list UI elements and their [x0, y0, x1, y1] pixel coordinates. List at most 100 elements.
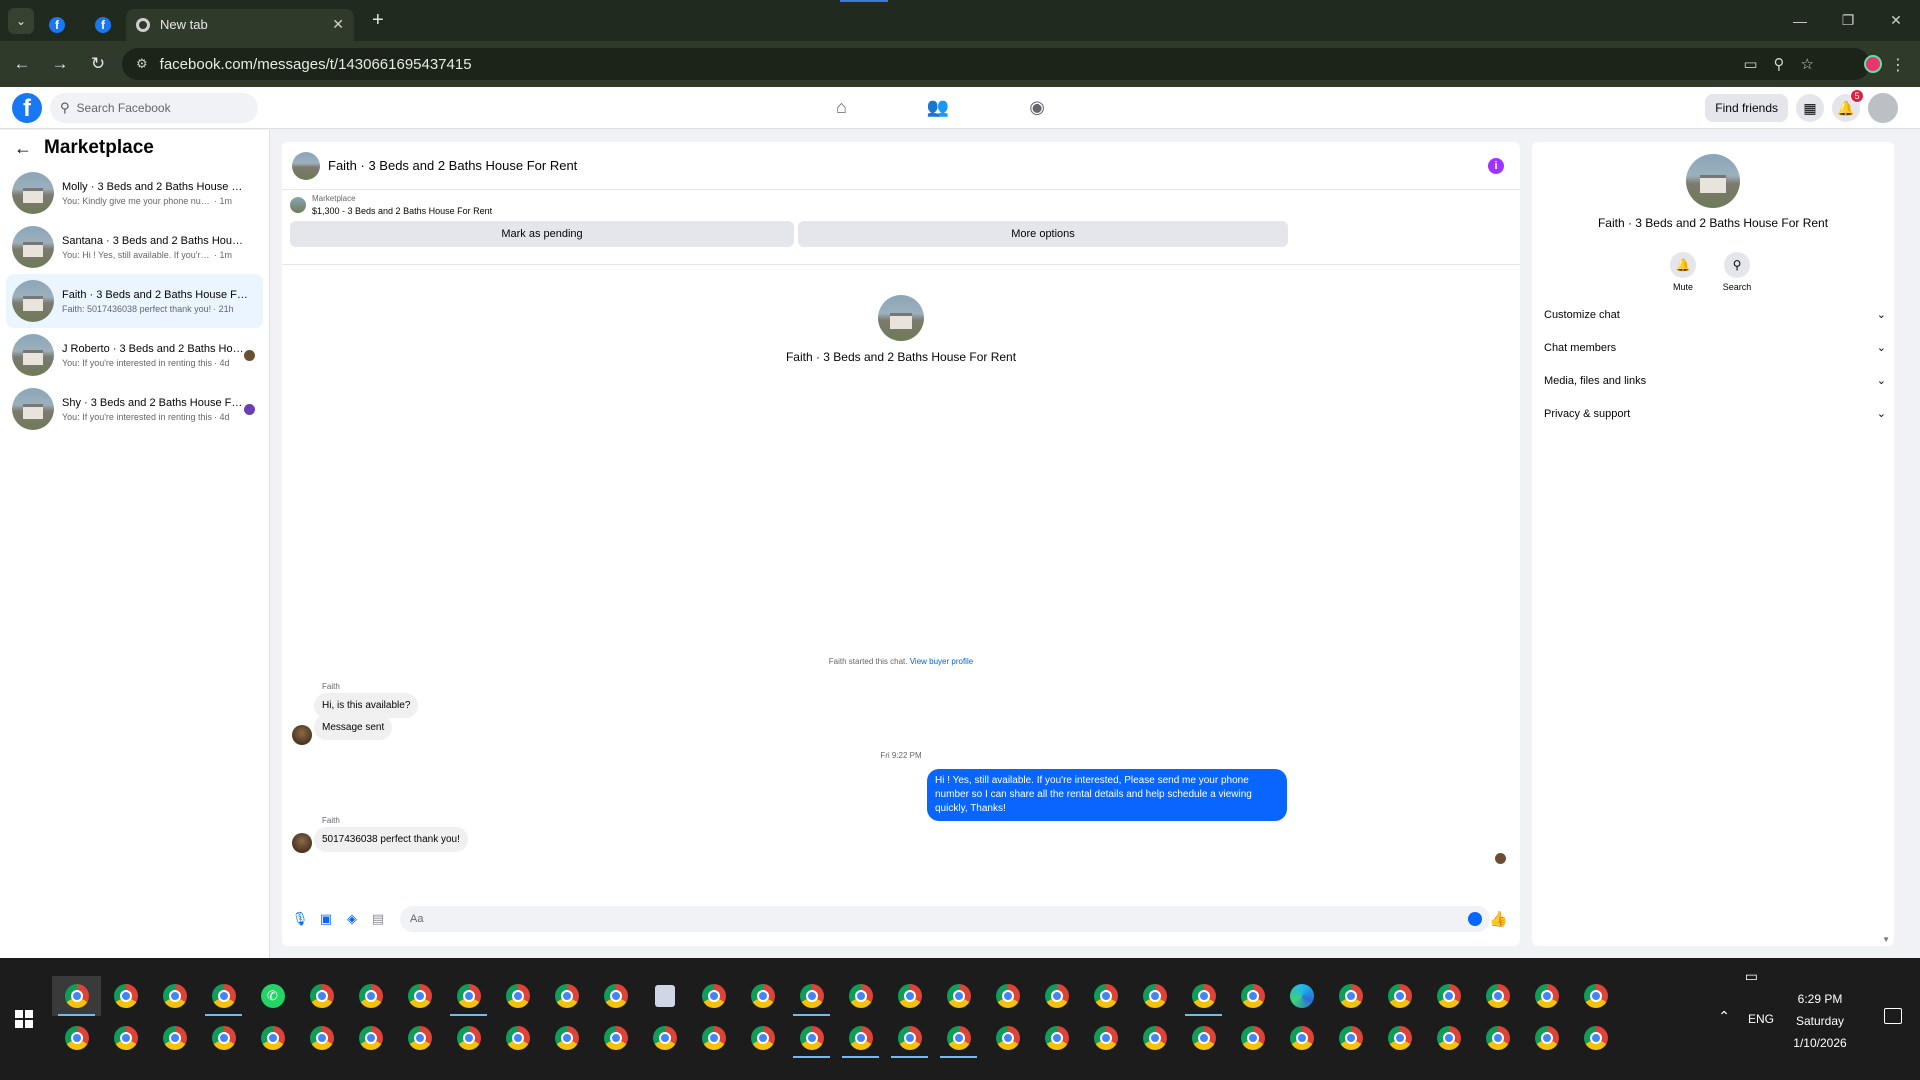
- network-icon[interactable]: ▭: [1745, 968, 1758, 985]
- taskbar-app-button[interactable]: [52, 976, 101, 1016]
- view-buyer-profile-link[interactable]: View buyer profile: [910, 657, 973, 666]
- tab-facebook-2[interactable]: f: [80, 9, 126, 41]
- taskbar-app-button[interactable]: [983, 1018, 1032, 1058]
- taskbar-app-button[interactable]: ✆: [248, 976, 297, 1016]
- new-tab-button[interactable]: +: [372, 9, 384, 32]
- taskbar-app-button[interactable]: [542, 1018, 591, 1058]
- sender-avatar[interactable]: [292, 725, 312, 745]
- profile-avatar-icon[interactable]: [1864, 55, 1882, 73]
- media-files-links-item[interactable]: Media, files and links ⌄: [1542, 364, 1886, 397]
- taskbar-app-button[interactable]: [1179, 976, 1228, 1016]
- taskbar-app-button[interactable]: [1277, 1018, 1326, 1058]
- scroll-down-arrow-icon[interactable]: ▼: [1882, 935, 1890, 944]
- forward-icon[interactable]: →: [44, 54, 76, 74]
- taskbar-app-button[interactable]: [1228, 1018, 1277, 1058]
- taskbar-app-button[interactable]: [101, 976, 150, 1016]
- conversation-item[interactable]: Molly · 3 Beds and 2 Baths House For Ren…: [6, 166, 263, 220]
- taskbar-app-button[interactable]: [591, 1018, 640, 1058]
- thumbs-up-icon[interactable]: 👍: [1489, 910, 1508, 928]
- taskbar-app-button[interactable]: [1424, 976, 1473, 1016]
- taskbar-app-button[interactable]: [1571, 1018, 1620, 1058]
- facebook-search-input[interactable]: ⚲ Search Facebook: [50, 93, 258, 123]
- taskbar-app-button[interactable]: [346, 976, 395, 1016]
- taskbar-app-button[interactable]: [1522, 1018, 1571, 1058]
- taskbar-app-button[interactable]: [52, 1018, 101, 1058]
- taskbar-app-button[interactable]: [983, 976, 1032, 1016]
- taskbar-app-button[interactable]: [1375, 1018, 1424, 1058]
- taskbar-app-button[interactable]: [591, 976, 640, 1016]
- taskbar-app-button[interactable]: [1130, 1018, 1179, 1058]
- taskbar-app-button[interactable]: [787, 976, 836, 1016]
- taskbar-app-button[interactable]: [1473, 976, 1522, 1016]
- taskbar-app-button[interactable]: [934, 1018, 983, 1058]
- taskbar-app-button[interactable]: [346, 1018, 395, 1058]
- conversation-item[interactable]: J Roberto · 3 Beds and 2 Baths House For…: [6, 328, 263, 382]
- privacy-support-item[interactable]: Privacy & support ⌄: [1542, 397, 1886, 430]
- sender-avatar[interactable]: [292, 833, 312, 853]
- listing-summary[interactable]: Marketplace $1,300 - 3 Beds and 2 Baths …: [282, 190, 1520, 220]
- taskbar-app-button[interactable]: [1277, 976, 1326, 1016]
- taskbar-app-button[interactable]: [836, 976, 885, 1016]
- chat-avatar[interactable]: [292, 151, 320, 180]
- tab-new-tab[interactable]: New tab ✕: [126, 8, 354, 41]
- friends-icon[interactable]: 👥: [927, 97, 949, 118]
- browser-menu-icon[interactable]: ⋮: [1890, 55, 1906, 75]
- clock[interactable]: 6:29 PM Saturday 1/10/2026: [1770, 988, 1870, 1054]
- taskbar-app-button[interactable]: [738, 976, 787, 1016]
- groups-icon[interactable]: ◉: [1029, 97, 1045, 118]
- conversation-item[interactable]: Faith · 3 Beds and 2 Baths House For Ren…: [6, 274, 263, 328]
- taskbar-app-button[interactable]: [395, 976, 444, 1016]
- bookmark-star-icon[interactable]: ☆: [1801, 55, 1814, 73]
- taskbar-app-button[interactable]: [1522, 976, 1571, 1016]
- taskbar-app-button[interactable]: [297, 976, 346, 1016]
- info-avatar[interactable]: [1686, 154, 1740, 208]
- taskbar-app-button[interactable]: [101, 1018, 150, 1058]
- taskbar-app-button[interactable]: [640, 1018, 689, 1058]
- zoom-icon[interactable]: ⚲: [1774, 55, 1785, 73]
- notification-center-icon[interactable]: [1884, 1008, 1902, 1024]
- taskbar-app-button[interactable]: [787, 1018, 836, 1058]
- photo-icon[interactable]: ▣: [318, 911, 334, 927]
- menu-grid-button[interactable]: ▦: [1796, 94, 1824, 122]
- taskbar-app-button[interactable]: [1179, 1018, 1228, 1058]
- find-friends-button[interactable]: Find friends: [1705, 94, 1788, 122]
- taskbar-app-button[interactable]: [934, 976, 983, 1016]
- message-input[interactable]: Aa: [400, 906, 1490, 932]
- taskbar-app-button[interactable]: [444, 1018, 493, 1058]
- taskbar-app-button[interactable]: [885, 976, 934, 1016]
- taskbar-app-button[interactable]: [1130, 976, 1179, 1016]
- taskbar-app-button[interactable]: [1326, 1018, 1375, 1058]
- search-button[interactable]: ⚲ Search: [1720, 252, 1754, 292]
- taskbar-app-button[interactable]: [836, 1018, 885, 1058]
- taskbar-app-button[interactable]: [1032, 1018, 1081, 1058]
- close-window-icon[interactable]: ✕: [1872, 12, 1920, 29]
- taskbar-app-button[interactable]: [248, 1018, 297, 1058]
- close-icon[interactable]: ✕: [332, 16, 344, 33]
- taskbar-app-button[interactable]: [1228, 976, 1277, 1016]
- home-icon[interactable]: ⌂: [836, 97, 847, 118]
- chat-members-item[interactable]: Chat members ⌄: [1542, 331, 1886, 364]
- taskbar-app-button[interactable]: [1081, 1018, 1130, 1058]
- gif-icon[interactable]: ▤: [370, 911, 386, 927]
- conversation-item[interactable]: Shy · 3 Beds and 2 Baths House For Rent Y…: [6, 382, 263, 436]
- taskbar-app-button[interactable]: [1032, 976, 1081, 1016]
- taskbar-app-button[interactable]: [493, 1018, 542, 1058]
- taskbar-app-button[interactable]: [150, 976, 199, 1016]
- taskbar-app-button[interactable]: [1424, 1018, 1473, 1058]
- reload-icon[interactable]: ↻: [82, 54, 114, 74]
- taskbar-app-button[interactable]: [199, 1018, 248, 1058]
- mute-button[interactable]: 🔔 Mute: [1666, 252, 1700, 292]
- taskbar-app-button[interactable]: [199, 976, 248, 1016]
- facebook-logo-icon[interactable]: f: [12, 93, 42, 123]
- back-icon[interactable]: ←: [6, 54, 38, 74]
- taskbar-app-button[interactable]: [297, 1018, 346, 1058]
- tab-search-button[interactable]: ⌄: [8, 7, 34, 34]
- conversation-item[interactable]: Santana · 3 Beds and 2 Baths House For R…: [6, 220, 263, 274]
- taskbar-app-button[interactable]: [542, 976, 591, 1016]
- back-arrow-icon[interactable]: ←: [14, 138, 32, 159]
- emoji-icon[interactable]: [1468, 912, 1482, 926]
- install-app-icon[interactable]: ▭: [1743, 55, 1757, 73]
- customize-chat-item[interactable]: Customize chat ⌄: [1542, 298, 1886, 331]
- taskbar-app-button[interactable]: [1473, 1018, 1522, 1058]
- taskbar-app-button[interactable]: [738, 1018, 787, 1058]
